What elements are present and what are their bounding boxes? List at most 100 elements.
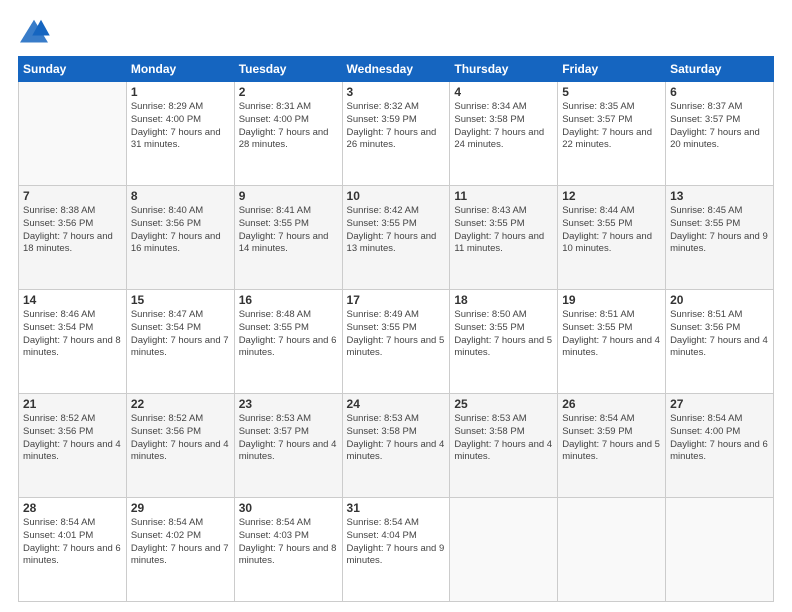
calendar-week-row: 21 Sunrise: 8:52 AM Sunset: 3:56 PM Dayli… — [19, 394, 774, 498]
logo-icon — [18, 18, 50, 46]
day-number: 26 — [562, 397, 661, 411]
day-number: 18 — [454, 293, 553, 307]
calendar-cell: 28 Sunrise: 8:54 AM Sunset: 4:01 PM Dayli… — [19, 498, 127, 602]
day-number: 30 — [239, 501, 338, 515]
day-info: Sunrise: 8:40 AM Sunset: 3:56 PM Dayligh… — [131, 205, 230, 256]
calendar-cell: 15 Sunrise: 8:47 AM Sunset: 3:54 PM Dayli… — [126, 290, 234, 394]
calendar-cell: 12 Sunrise: 8:44 AM Sunset: 3:55 PM Dayli… — [558, 186, 666, 290]
calendar-week-row: 28 Sunrise: 8:54 AM Sunset: 4:01 PM Dayli… — [19, 498, 774, 602]
day-info: Sunrise: 8:51 AM Sunset: 3:55 PM Dayligh… — [562, 309, 661, 360]
day-number: 12 — [562, 189, 661, 203]
day-info: Sunrise: 8:50 AM Sunset: 3:55 PM Dayligh… — [454, 309, 553, 360]
calendar-cell: 2 Sunrise: 8:31 AM Sunset: 4:00 PM Daylig… — [234, 82, 342, 186]
day-number: 13 — [670, 189, 769, 203]
calendar-cell: 4 Sunrise: 8:34 AM Sunset: 3:58 PM Daylig… — [450, 82, 558, 186]
day-number: 20 — [670, 293, 769, 307]
day-number: 9 — [239, 189, 338, 203]
day-number: 5 — [562, 85, 661, 99]
day-info: Sunrise: 8:53 AM Sunset: 3:58 PM Dayligh… — [347, 413, 446, 464]
calendar-cell: 13 Sunrise: 8:45 AM Sunset: 3:55 PM Dayli… — [666, 186, 774, 290]
calendar-cell: 14 Sunrise: 8:46 AM Sunset: 3:54 PM Dayli… — [19, 290, 127, 394]
weekday-header: Thursday — [450, 57, 558, 82]
calendar-cell: 16 Sunrise: 8:48 AM Sunset: 3:55 PM Dayli… — [234, 290, 342, 394]
day-info: Sunrise: 8:41 AM Sunset: 3:55 PM Dayligh… — [239, 205, 338, 256]
calendar-cell: 26 Sunrise: 8:54 AM Sunset: 3:59 PM Dayli… — [558, 394, 666, 498]
day-info: Sunrise: 8:46 AM Sunset: 3:54 PM Dayligh… — [23, 309, 122, 360]
day-number: 28 — [23, 501, 122, 515]
calendar-cell — [19, 82, 127, 186]
calendar-week-row: 7Sunrise: 8:38 AM Sunset: 3:56 PM Daylig… — [19, 186, 774, 290]
day-info: Sunrise: 8:53 AM Sunset: 3:57 PM Dayligh… — [239, 413, 338, 464]
calendar-cell: 31Sunrise: 8:54 AM Sunset: 4:04 PM Dayli… — [342, 498, 450, 602]
day-number: 29 — [131, 501, 230, 515]
day-info: Sunrise: 8:52 AM Sunset: 3:56 PM Dayligh… — [23, 413, 122, 464]
day-info: Sunrise: 8:29 AM Sunset: 4:00 PM Dayligh… — [131, 101, 230, 152]
day-info: Sunrise: 8:32 AM Sunset: 3:59 PM Dayligh… — [347, 101, 446, 152]
day-number: 14 — [23, 293, 122, 307]
day-info: Sunrise: 8:53 AM Sunset: 3:58 PM Dayligh… — [454, 413, 553, 464]
day-info: Sunrise: 8:31 AM Sunset: 4:00 PM Dayligh… — [239, 101, 338, 152]
header — [18, 18, 774, 46]
day-info: Sunrise: 8:54 AM Sunset: 4:00 PM Dayligh… — [670, 413, 769, 464]
day-info: Sunrise: 8:42 AM Sunset: 3:55 PM Dayligh… — [347, 205, 446, 256]
calendar-cell — [666, 498, 774, 602]
day-info: Sunrise: 8:35 AM Sunset: 3:57 PM Dayligh… — [562, 101, 661, 152]
day-number: 10 — [347, 189, 446, 203]
logo — [18, 18, 54, 46]
day-number: 11 — [454, 189, 553, 203]
day-number: 15 — [131, 293, 230, 307]
day-info: Sunrise: 8:48 AM Sunset: 3:55 PM Dayligh… — [239, 309, 338, 360]
day-info: Sunrise: 8:47 AM Sunset: 3:54 PM Dayligh… — [131, 309, 230, 360]
day-info: Sunrise: 8:54 AM Sunset: 3:59 PM Dayligh… — [562, 413, 661, 464]
calendar-week-row: 14 Sunrise: 8:46 AM Sunset: 3:54 PM Dayli… — [19, 290, 774, 394]
day-number: 16 — [239, 293, 338, 307]
day-number: 2 — [239, 85, 338, 99]
calendar-cell: 6 Sunrise: 8:37 AM Sunset: 3:57 PM Daylig… — [666, 82, 774, 186]
day-info: Sunrise: 8:37 AM Sunset: 3:57 PM Dayligh… — [670, 101, 769, 152]
day-number: 27 — [670, 397, 769, 411]
calendar-cell: 29 Sunrise: 8:54 AM Sunset: 4:02 PM Dayli… — [126, 498, 234, 602]
calendar-cell: 3Sunrise: 8:32 AM Sunset: 3:59 PM Daylig… — [342, 82, 450, 186]
day-info: Sunrise: 8:54 AM Sunset: 4:03 PM Dayligh… — [239, 517, 338, 568]
calendar-cell — [558, 498, 666, 602]
calendar-cell: 22 Sunrise: 8:52 AM Sunset: 3:56 PM Dayli… — [126, 394, 234, 498]
day-info: Sunrise: 8:54 AM Sunset: 4:04 PM Dayligh… — [347, 517, 446, 568]
weekday-header-row: SundayMondayTuesdayWednesdayThursdayFrid… — [19, 57, 774, 82]
day-number: 17 — [347, 293, 446, 307]
day-info: Sunrise: 8:54 AM Sunset: 4:02 PM Dayligh… — [131, 517, 230, 568]
page: SundayMondayTuesdayWednesdayThursdayFrid… — [0, 0, 792, 612]
calendar-cell: 19Sunrise: 8:51 AM Sunset: 3:55 PM Dayli… — [558, 290, 666, 394]
weekday-header: Sunday — [19, 57, 127, 82]
day-info: Sunrise: 8:38 AM Sunset: 3:56 PM Dayligh… — [23, 205, 122, 256]
day-info: Sunrise: 8:54 AM Sunset: 4:01 PM Dayligh… — [23, 517, 122, 568]
day-number: 22 — [131, 397, 230, 411]
calendar-cell: 18 Sunrise: 8:50 AM Sunset: 3:55 PM Dayli… — [450, 290, 558, 394]
weekday-header: Saturday — [666, 57, 774, 82]
calendar-cell: 24Sunrise: 8:53 AM Sunset: 3:58 PM Dayli… — [342, 394, 450, 498]
calendar-cell: 21 Sunrise: 8:52 AM Sunset: 3:56 PM Dayli… — [19, 394, 127, 498]
day-info: Sunrise: 8:52 AM Sunset: 3:56 PM Dayligh… — [131, 413, 230, 464]
day-info: Sunrise: 8:51 AM Sunset: 3:56 PM Dayligh… — [670, 309, 769, 360]
calendar-cell: 30 Sunrise: 8:54 AM Sunset: 4:03 PM Dayli… — [234, 498, 342, 602]
day-info: Sunrise: 8:43 AM Sunset: 3:55 PM Dayligh… — [454, 205, 553, 256]
calendar-cell: 9 Sunrise: 8:41 AM Sunset: 3:55 PM Daylig… — [234, 186, 342, 290]
calendar-cell: 17 Sunrise: 8:49 AM Sunset: 3:55 PM Dayli… — [342, 290, 450, 394]
calendar-cell: 25Sunrise: 8:53 AM Sunset: 3:58 PM Dayli… — [450, 394, 558, 498]
calendar-cell: 11 Sunrise: 8:43 AM Sunset: 3:55 PM Dayli… — [450, 186, 558, 290]
day-info: Sunrise: 8:34 AM Sunset: 3:58 PM Dayligh… — [454, 101, 553, 152]
day-info: Sunrise: 8:45 AM Sunset: 3:55 PM Dayligh… — [670, 205, 769, 256]
day-number: 21 — [23, 397, 122, 411]
day-number: 4 — [454, 85, 553, 99]
calendar-cell: 23 Sunrise: 8:53 AM Sunset: 3:57 PM Dayli… — [234, 394, 342, 498]
calendar-cell — [450, 498, 558, 602]
weekday-header: Monday — [126, 57, 234, 82]
calendar-table: SundayMondayTuesdayWednesdayThursdayFrid… — [18, 56, 774, 602]
day-number: 6 — [670, 85, 769, 99]
calendar-cell: 5 Sunrise: 8:35 AM Sunset: 3:57 PM Daylig… — [558, 82, 666, 186]
day-number: 23 — [239, 397, 338, 411]
calendar-cell: 20 Sunrise: 8:51 AM Sunset: 3:56 PM Dayli… — [666, 290, 774, 394]
day-info: Sunrise: 8:44 AM Sunset: 3:55 PM Dayligh… — [562, 205, 661, 256]
calendar-cell: 8Sunrise: 8:40 AM Sunset: 3:56 PM Daylig… — [126, 186, 234, 290]
day-info: Sunrise: 8:49 AM Sunset: 3:55 PM Dayligh… — [347, 309, 446, 360]
calendar-cell: 10 Sunrise: 8:42 AM Sunset: 3:55 PM Dayli… — [342, 186, 450, 290]
